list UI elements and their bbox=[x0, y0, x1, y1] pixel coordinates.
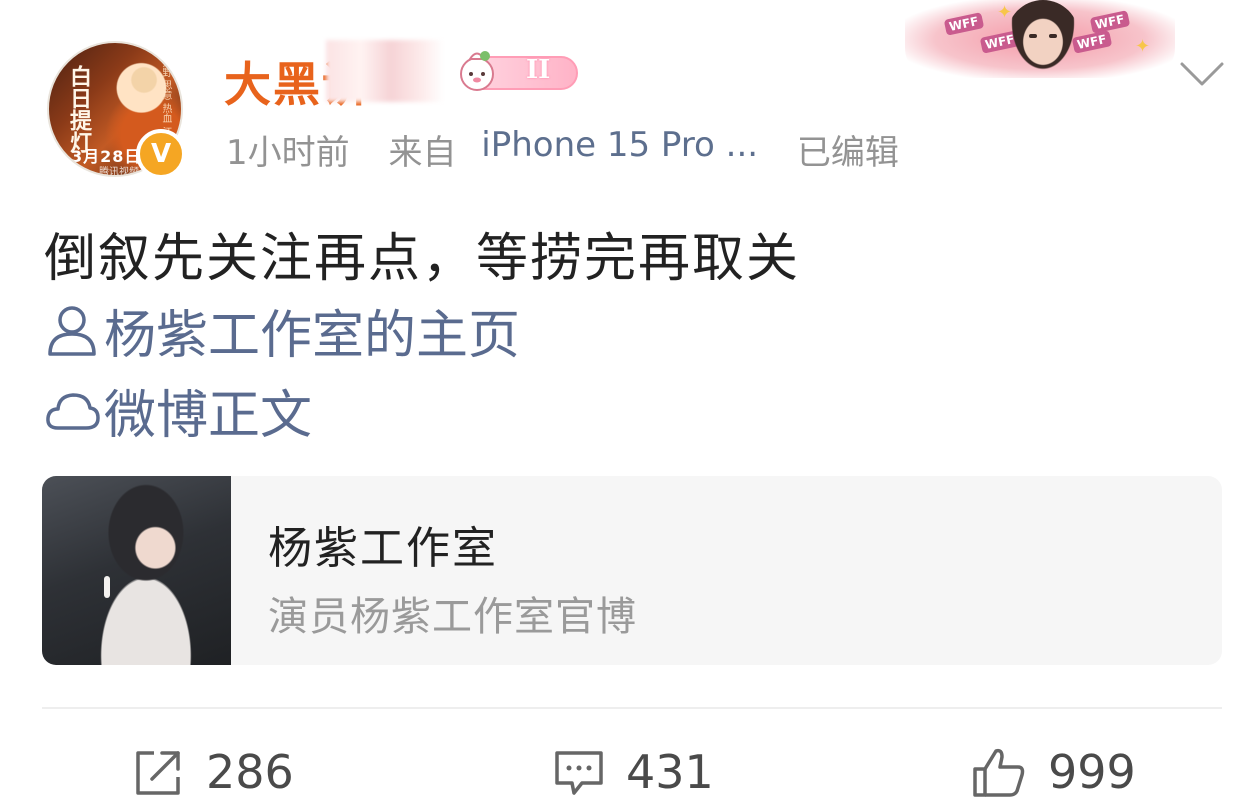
comment-count: 431 bbox=[626, 745, 714, 799]
profile-card-title: 杨紫工作室 bbox=[268, 523, 498, 574]
name-redaction-blur bbox=[326, 40, 444, 102]
post-meta: 1小时前 来自 iPhone 15 Pro ... 已编辑 bbox=[226, 125, 899, 174]
post-time: 1小时前 bbox=[226, 133, 350, 173]
comment-icon bbox=[555, 751, 603, 795]
mascot-icon bbox=[460, 51, 494, 91]
profile-card-photo bbox=[42, 476, 231, 665]
decor-banner-tag: WFF bbox=[1089, 10, 1130, 34]
post-source-prefix: 来自 bbox=[388, 133, 457, 173]
profile-card-subtitle: 演员杨紫工作室官博 bbox=[268, 594, 637, 640]
decor-portrait bbox=[1007, 0, 1079, 76]
comment-button[interactable]: 431 bbox=[552, 740, 714, 804]
post-edited-label[interactable]: 已编辑 bbox=[797, 125, 899, 174]
profile-card[interactable]: 杨紫工作室 演员杨紫工作室官博 bbox=[42, 476, 1222, 665]
avatar-poster-title: 白日提灯 bbox=[66, 65, 92, 153]
like-count: 999 bbox=[1048, 745, 1136, 799]
repost-count: 286 bbox=[206, 745, 294, 799]
link-user-homepage[interactable]: 杨紫工作室的主页 bbox=[44, 298, 520, 366]
member-level-badge[interactable]: II bbox=[452, 51, 580, 94]
weibo-icon bbox=[46, 393, 100, 430]
divider bbox=[42, 707, 1222, 709]
decor-banner-tag: WFF bbox=[943, 12, 984, 36]
avatar-watermark: 腾讯视频 bbox=[99, 167, 139, 177]
member-level-text: II bbox=[526, 55, 551, 85]
link-weibo-post[interactable]: 微博正文 bbox=[44, 378, 312, 446]
star-icon: ✦ bbox=[1135, 36, 1151, 57]
thumbs-up-icon bbox=[973, 748, 1025, 797]
chevron-down-icon[interactable] bbox=[1178, 56, 1226, 92]
link-weibo-post-label: 微博正文 bbox=[104, 385, 313, 446]
link-user-homepage-label: 杨紫工作室的主页 bbox=[104, 305, 521, 366]
repost-button[interactable]: 286 bbox=[132, 740, 294, 804]
decor-banner[interactable]: WFF WFF WFF WFF ✦ ✦ bbox=[905, 0, 1175, 78]
repost-icon bbox=[136, 751, 180, 795]
post-device[interactable]: iPhone 15 Pro ... bbox=[481, 125, 758, 165]
verified-badge-icon: V bbox=[136, 129, 186, 179]
like-button[interactable]: 999 bbox=[970, 740, 1136, 804]
post-text: 倒叙先关注再点，等捞完再取关 bbox=[44, 229, 801, 289]
user-icon bbox=[48, 306, 96, 356]
